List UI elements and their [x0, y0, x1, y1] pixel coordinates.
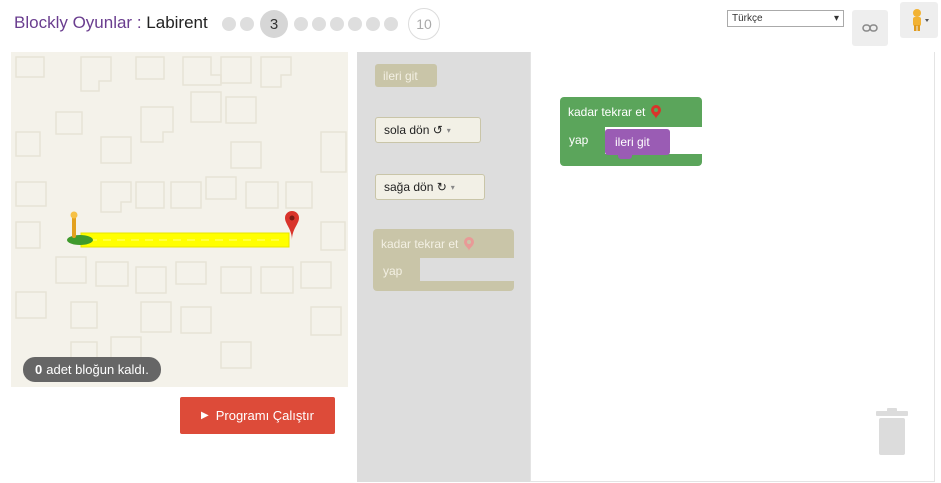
link-icon	[862, 24, 878, 32]
brand-link[interactable]: Blockly Oyunlar	[14, 13, 132, 32]
workspace-block-forward-notch	[618, 155, 632, 159]
current-level[interactable]: 3	[260, 10, 288, 38]
level-5-dot[interactable]	[312, 17, 326, 31]
maze-canvas: 0 adet bloğun kaldı.	[11, 52, 348, 387]
link-button[interactable]	[852, 10, 888, 46]
toolbox-repeat-slot	[420, 258, 514, 280]
level-7-dot[interactable]	[348, 17, 362, 31]
header: Blockly Oyunlar : Labirent 3 10 Türkçe ▾	[0, 0, 941, 46]
capacity-count: 0	[35, 362, 43, 377]
dropdown-arrow-icon: ▾	[833, 13, 839, 24]
title-separator: :	[132, 13, 147, 32]
pegman-button[interactable]	[900, 2, 938, 38]
language-selected: Türkçe	[732, 13, 763, 24]
toolbox-block-turn-right-label: sağa dön ↻	[384, 180, 447, 194]
workspace-block-forward[interactable]: ileri git	[605, 129, 670, 155]
toolbox-block-repeat-label: kadar tekrar et	[381, 236, 459, 251]
toolbox-block-turn-left-label: sola dön ↺	[384, 123, 443, 137]
map-pin-icon	[651, 105, 662, 119]
toolbox-block-turn-left[interactable]: sola dön ↺ ▾	[375, 117, 481, 143]
toolbox-block-repeat[interactable]: kadar tekrar et	[373, 229, 514, 258]
dropdown-arrow-icon: ▾	[446, 125, 451, 135]
level-8-dot[interactable]	[366, 17, 380, 31]
level-10[interactable]: 10	[408, 8, 440, 40]
level-2-dot[interactable]	[240, 17, 254, 31]
map-pin-icon	[464, 236, 475, 251]
level-selector: 3 10	[222, 8, 440, 40]
level-1-dot[interactable]	[222, 17, 236, 31]
level-4-dot[interactable]	[294, 17, 308, 31]
capacity-text: adet bloğun kaldı.	[46, 362, 149, 377]
toolbox-block-turn-right[interactable]: sağa dön ↻ ▾	[375, 174, 485, 200]
toolbox-repeat-bottom	[373, 281, 514, 291]
capacity-badge: 0 adet bloğun kaldı.	[23, 357, 161, 382]
trash-icon[interactable]	[872, 408, 912, 458]
run-program-button[interactable]: ▶ Programı Çalıştır	[180, 397, 335, 434]
dropdown-arrow-icon: ▾	[450, 182, 455, 192]
level-9-dot[interactable]	[384, 17, 398, 31]
language-select[interactable]: Türkçe ▾	[727, 10, 844, 27]
maze-tiles	[15, 56, 347, 369]
page-title: Blockly Oyunlar : Labirent	[14, 13, 208, 33]
level-6-dot[interactable]	[330, 17, 344, 31]
toolbox-block-forward[interactable]: ileri git	[375, 64, 437, 87]
play-icon: ▶	[201, 410, 209, 421]
start-marker-icon	[67, 211, 93, 245]
workspace-repeat-do-label: yap	[569, 133, 589, 147]
toolbox-repeat-do-label: yap	[383, 264, 403, 278]
run-program-label: Programı Çalıştır	[215, 408, 314, 423]
game-name: Labirent	[146, 13, 208, 32]
toolbox-block-forward-label: ileri git	[383, 68, 418, 83]
pegman-icon	[913, 9, 929, 31]
workspace-block-repeat-label: kadar tekrar et	[568, 105, 646, 119]
workspace-block-repeat[interactable]: kadar tekrar et	[560, 97, 702, 127]
